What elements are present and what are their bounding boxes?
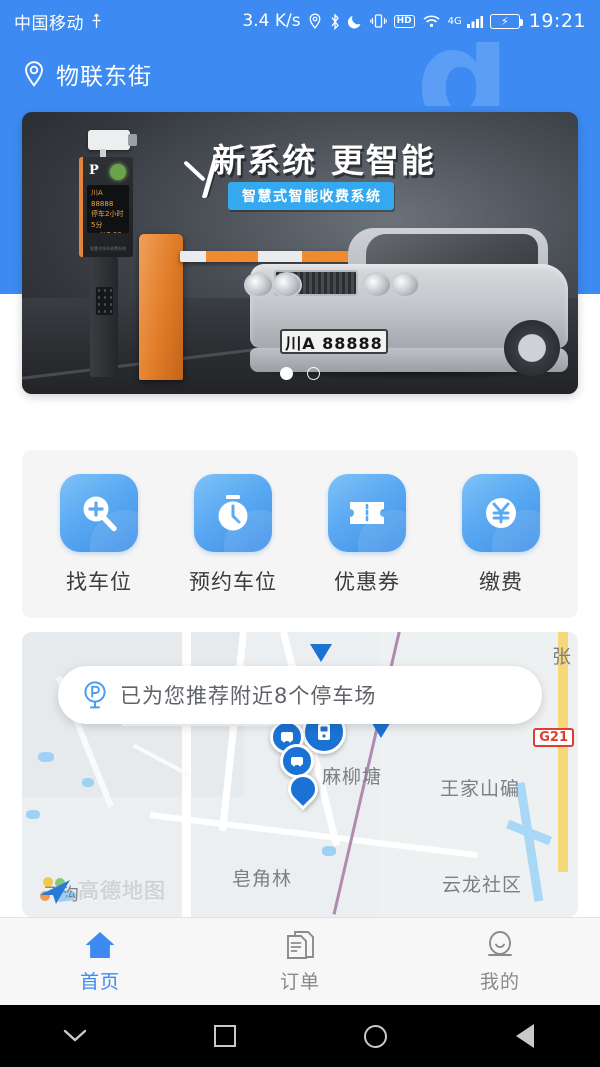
carousel-dot-active[interactable]: [280, 367, 293, 380]
kiosk-fee-text: = ￥7.00: [91, 230, 125, 233]
kiosk-keypad: [96, 287, 113, 315]
barrier-gate-housing: [139, 234, 183, 380]
clock-label: 19:21: [528, 10, 586, 32]
network-speed-label: 3.4 K/s: [242, 11, 301, 31]
map-label: 张: [551, 646, 572, 668]
promo-banner-carousel[interactable]: 新系统 更智能 智慧式智能收费系统 P 川A 88888 停车2小时5分 = ￥…: [22, 112, 578, 394]
car-headlight: [362, 272, 392, 298]
quick-action-coupons[interactable]: 优惠券: [308, 474, 426, 596]
signal-bars-icon: [466, 14, 483, 29]
car-headlight: [390, 272, 420, 298]
network-type-label: 4G: [447, 15, 462, 27]
tab-profile[interactable]: 我的: [400, 930, 600, 994]
quick-action-find-parking[interactable]: 找车位: [40, 474, 158, 596]
chevron-down-icon[interactable]: [0, 1028, 150, 1044]
yen-coin-icon: [462, 474, 540, 552]
brand-logo-watermark: d: [416, 42, 538, 106]
status-bar-right: 3.4 K/s HD 4G ⚡ 19:21: [242, 10, 586, 32]
carousel-dots[interactable]: [22, 367, 578, 380]
kiosk-screen: 川A 88888 停车2小时5分 = ￥7.00: [87, 185, 129, 233]
home-circle-icon[interactable]: [300, 1024, 450, 1048]
recents-square-icon[interactable]: [150, 1025, 300, 1047]
app-header: d 物联东街: [0, 42, 600, 106]
app-screen: 中国移动 3.4 K/s HD 4G ⚡ 19:21 物联东街 新系统 更智能 …: [0, 0, 600, 1067]
map-provider-watermark: 高德地图: [36, 873, 166, 907]
tab-label: 我的: [479, 970, 520, 993]
map-view[interactable]: 吐家沟 张 麻柳塘 王家山碥 皂角林 云龙社区 飞沟 G21: [22, 632, 578, 917]
carrier-label: 中国移动: [14, 13, 84, 34]
car-license-plate: 川A 88888: [280, 329, 388, 354]
banner-section: 新系统 更智能 智慧式智能收费系统 P 川A 88888 停车2小时5分 = ￥…: [0, 106, 600, 436]
parking-recommendation-banner[interactable]: 已为您推荐附近8个停车场: [58, 666, 542, 724]
banner-title: 新系统 更智能: [212, 141, 436, 180]
car-headlight: [244, 272, 274, 298]
location-icon: [308, 13, 322, 30]
location-name-label: 物联东街: [56, 64, 152, 90]
quick-action-label: 找车位: [66, 570, 132, 594]
map-label: 皂角林: [232, 868, 293, 890]
quick-action-reserve-parking[interactable]: 预约车位: [174, 474, 292, 596]
bottom-tab-bar: 首页 订单 我的: [0, 917, 600, 1005]
map-label: 麻柳塘: [322, 766, 383, 788]
search-plus-icon: [60, 474, 138, 552]
carousel-dot[interactable]: [307, 367, 320, 380]
quick-action-label: 缴费: [479, 570, 523, 594]
do-not-disturb-moon-icon: [347, 13, 363, 29]
map-label: 云龙社区: [442, 874, 523, 896]
vibrate-icon: [369, 13, 387, 29]
tab-label: 首页: [79, 970, 120, 993]
tab-orders[interactable]: 订单: [200, 930, 400, 994]
ticket-icon: [328, 474, 406, 552]
kiosk-plate-text: 川A 88888: [91, 189, 114, 208]
parking-kiosk: P 川A 88888 停车2小时5分 = ￥7.00 智慧式停车收费系统: [79, 157, 133, 257]
map-section: 吐家沟 张 麻柳塘 王家山碥 皂角林 云龙社区 飞沟 G21: [0, 618, 600, 917]
car-headlight: [272, 272, 302, 298]
hd-icon: HD: [393, 14, 415, 28]
car-illustration: 川A 88888: [244, 208, 574, 380]
highway-shield: G21: [533, 728, 574, 747]
status-bar-left: 中国移动: [14, 9, 103, 34]
map-water: [322, 846, 336, 856]
kiosk-duration-text: 停车2小时5分: [91, 210, 124, 229]
kiosk-pole: [90, 257, 118, 377]
android-navigation-bar: [0, 1005, 600, 1067]
map-poi-marker[interactable]: [280, 744, 314, 778]
amap-logo-icon: [36, 873, 74, 907]
location-pin-icon: [22, 60, 46, 88]
cctv-camera-icon: [88, 130, 137, 157]
tab-label: 订单: [279, 970, 320, 993]
quick-action-label: 预约车位: [189, 570, 277, 594]
battery-charging-icon: ⚡: [489, 13, 523, 29]
quick-actions-card: 找车位 预约车位 优惠券 缴费: [22, 450, 578, 618]
map-provider-label: 高德地图: [78, 879, 166, 903]
status-bar: 中国移动 3.4 K/s HD 4G ⚡ 19:21: [0, 0, 600, 42]
stopwatch-icon: [194, 474, 272, 552]
quick-action-label: 优惠券: [334, 570, 400, 594]
back-triangle-icon[interactable]: [450, 1024, 600, 1048]
location-selector[interactable]: 物联东街: [22, 57, 152, 91]
orders-icon: [283, 930, 317, 960]
kiosk-footer-text: 智慧式停车收费系统: [90, 246, 126, 251]
profile-icon: [483, 930, 517, 960]
kiosk-parking-letter: P: [89, 163, 99, 178]
wifi-icon: [422, 13, 441, 29]
bluetooth-icon: [329, 12, 341, 30]
banner-subtitle: 智慧式智能收费系统: [228, 182, 394, 210]
map-water: [26, 810, 40, 819]
quick-action-payment[interactable]: 缴费: [442, 474, 560, 596]
kiosk-status-light: [110, 164, 126, 180]
quick-actions-section: 找车位 预约车位 优惠券 缴费: [0, 436, 600, 618]
recommendation-text: 已为您推荐附近8个停车场: [120, 684, 377, 708]
map-water: [82, 778, 94, 787]
usb-icon: [90, 13, 103, 30]
home-icon: [83, 930, 117, 960]
parking-pin-icon: [82, 680, 108, 710]
map-water: [38, 752, 54, 762]
tab-home[interactable]: 首页: [0, 930, 200, 994]
map-pin[interactable]: [310, 644, 332, 662]
map-label: 王家山碥: [440, 778, 521, 800]
